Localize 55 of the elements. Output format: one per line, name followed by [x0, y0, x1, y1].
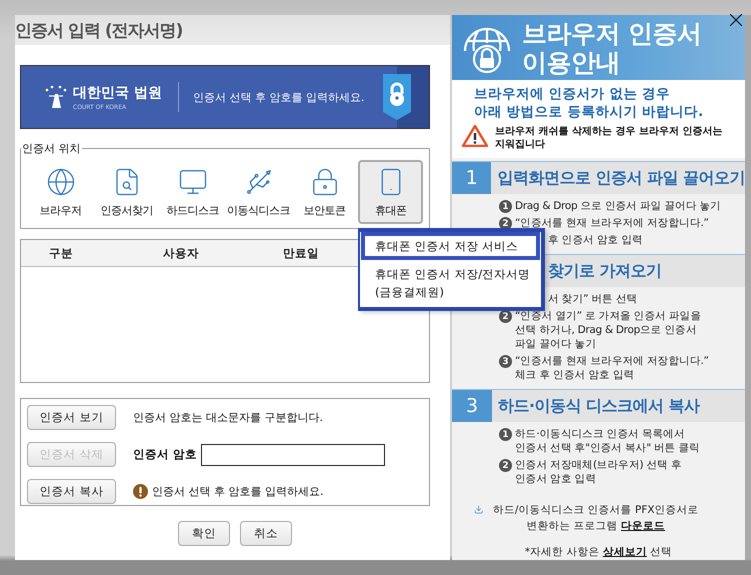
court-logo-icon: [43, 84, 69, 110]
column-header: 사용자: [162, 246, 200, 260]
step-text: “인증서 열기” 로 가져올 인증서 파일을 선택 하거나, Drag & Drop으로 인증서 파일 끌어다 놓기: [515, 309, 701, 351]
guide-title: 브라우저 인증서: [522, 18, 702, 48]
column-header: 구분: [48, 246, 74, 260]
step-text: 하드·이동식디스크 인증서 목록에서 인증서 선택 후"인증서 복사" 버튼 클릭: [515, 427, 700, 455]
menu-item[interactable]: 휴대폰 인증서 저장/전자서명 (금융결제원): [361, 260, 540, 306]
window-title: 인증서 입력 (전자서명): [15, 20, 182, 42]
step-text: Drag & Drop 으로 인증서 파일 끌어다 놓기: [515, 199, 721, 213]
detail-link[interactable]: 상세보기: [602, 546, 647, 558]
exclamation-icon: [133, 484, 148, 499]
download-note: 하드/이동식디스크 인증서를 PFX인증서로 변환하는 프로그램 다운로드: [492, 503, 700, 534]
intro-text: 브라우저에 인증서가 없는 경우: [474, 85, 672, 104]
step-text: 인증서 저장매체(브라우저) 선택 후 인증서 암호 입력: [515, 458, 682, 486]
step-number: 1: [499, 200, 512, 213]
step-number: 2: [499, 310, 512, 323]
warning-icon: [462, 125, 488, 148]
step-text: “인증서를 현재 브라우저에 저장합니다.”: [515, 216, 709, 230]
location-option[interactable]: 보안토큰: [292, 160, 357, 224]
action-button[interactable]: 인증서 보기: [27, 405, 116, 430]
org-name: 대한민국 법원: [73, 84, 162, 102]
location-option[interactable]: 하드디스크: [160, 160, 225, 224]
column-header: 만료일: [282, 246, 320, 260]
section-number: 1: [466, 167, 478, 189]
password-label: 인증서 암호: [133, 447, 198, 462]
step-text: “인증서를 현재 브라우저에 저장합니다.” 체크 후 인증서 암호 입력: [515, 354, 709, 382]
warning-text: 브라우저 캐쉬를 삭제하는 경우 브라우저 인증서는 지워집니다: [495, 125, 724, 152]
location-option[interactable]: 브라우저: [28, 160, 93, 224]
section-title: 입력화면으로 인증서 파일 끌어오기: [497, 168, 745, 188]
menu-item[interactable]: 휴대폰 인증서 저장 서비스: [361, 232, 540, 260]
globe-icon: [46, 166, 76, 196]
dialog-button[interactable]: 확인: [178, 521, 230, 546]
download-link[interactable]: 다운로드: [621, 520, 666, 532]
step-number: 3: [499, 355, 512, 368]
case-note: 인증서 암호는 대소문자를 구분합니다.: [133, 410, 324, 425]
section-title: 찾기로 가져오기: [548, 260, 662, 282]
banner-message: 인증서 선택 후 암호를 입력하세요.: [192, 90, 366, 104]
guide-title: 이용안내: [522, 48, 621, 77]
hint-text: 인증서 선택 후 암호를 입력하세요.: [152, 484, 324, 499]
detail-note: *자세한 사항은 상세보기 선택: [524, 545, 674, 560]
step-number: 2: [499, 459, 512, 472]
section-number: 3: [466, 395, 478, 417]
section-title: 하드·이동식 디스크에서 복사: [498, 396, 700, 416]
location-option[interactable]: 이동식디스크: [226, 160, 291, 224]
step-text: 서 찾기” 버튼 선택: [548, 292, 638, 306]
intro-text: 아래 방법으로 등록하시기 바랍니다.: [474, 103, 704, 122]
group-legend: 인증서 위치: [21, 141, 82, 156]
action-button[interactable]: 인증서 복사: [27, 479, 116, 504]
lock-shield-icon: [383, 74, 411, 120]
step-number: 1: [499, 428, 512, 441]
location-option[interactable]: 인증서찾기: [94, 160, 159, 224]
password-field[interactable]: [201, 444, 386, 466]
location-option[interactable]: 휴대폰: [358, 160, 423, 224]
step-text: 후 인증서 암호 입력: [548, 233, 643, 247]
dialog-button[interactable]: 취소: [240, 521, 292, 546]
